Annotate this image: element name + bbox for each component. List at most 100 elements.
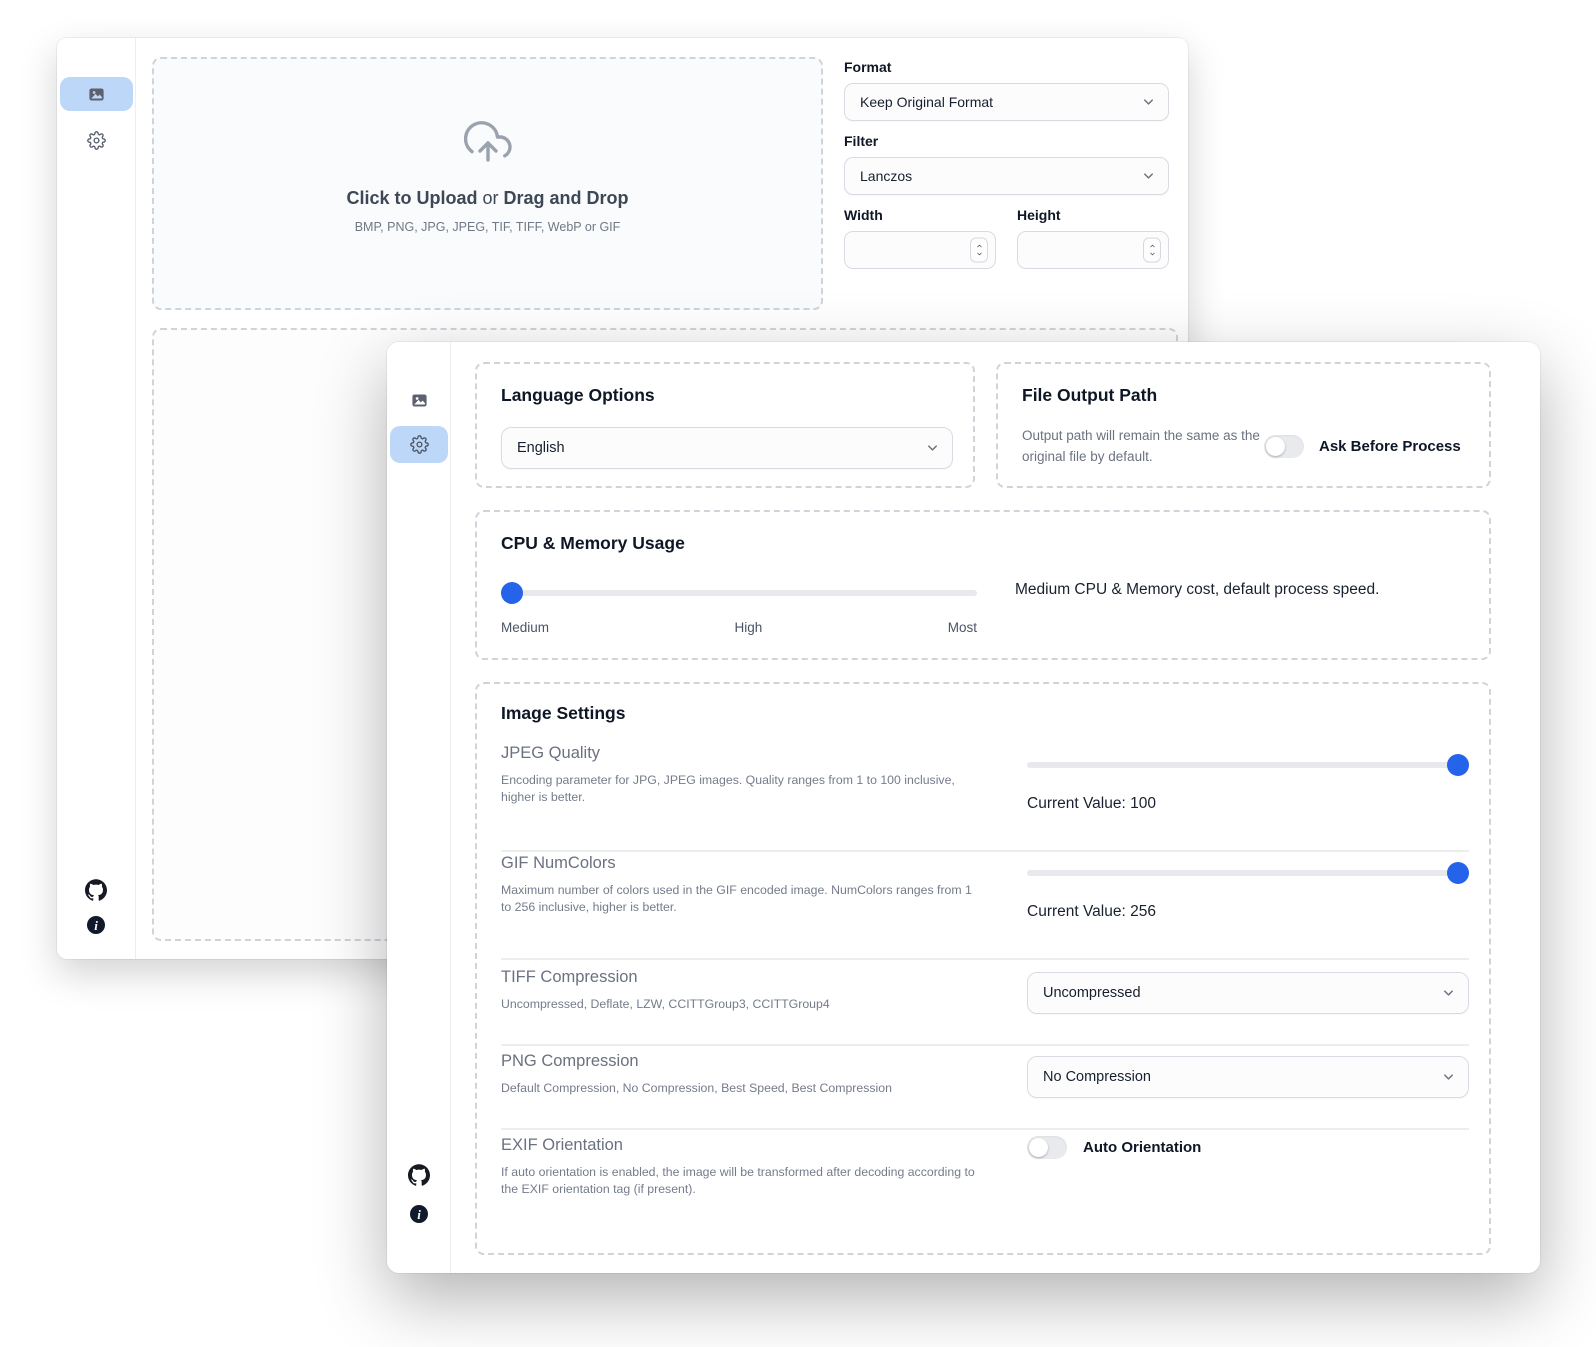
info-icon: i <box>87 916 105 934</box>
chevron-down-icon <box>1141 95 1156 110</box>
ask-before-process-toggle[interactable] <box>1264 435 1304 458</box>
sidebar-item-images[interactable] <box>60 77 133 111</box>
language-options-section: Language Options English <box>475 362 975 488</box>
slider-track <box>1027 762 1469 768</box>
current-value: Current Value: 256 <box>1027 903 1469 921</box>
output-path-description: Output path will remain the same as the … <box>1022 425 1262 467</box>
row-title: PNG Compression <box>501 1052 979 1071</box>
filter-select[interactable]: Lanczos <box>844 157 1169 195</box>
exif-orientation-info: EXIF Orientation If auto orientation is … <box>501 1136 979 1197</box>
tiff-compression-select[interactable]: Uncompressed <box>1027 972 1469 1014</box>
chevron-down-icon <box>1441 1070 1456 1085</box>
row-description: Maximum number of colors used in the GIF… <box>501 882 979 915</box>
tick-label-most: Most <box>948 620 977 635</box>
section-title: File Output Path <box>1022 385 1157 406</box>
sidebar: i <box>387 342 451 1273</box>
cpu-slider-ticks: Medium High Most <box>501 620 977 635</box>
sidebar-item-settings[interactable] <box>390 426 448 463</box>
cpu-memory-slider[interactable] <box>501 582 977 604</box>
row-title: JPEG Quality <box>501 744 979 763</box>
image-settings-section: Image Settings JPEG Quality Encoding par… <box>475 682 1491 1255</box>
slider-track <box>501 590 977 596</box>
png-compression-control: No Compression <box>1027 1056 1469 1098</box>
stepper-control[interactable] <box>970 238 988 263</box>
filter-label: Filter <box>844 133 1169 151</box>
github-icon <box>408 1164 430 1186</box>
jpeg-quality-control: Current Value: 100 <box>1027 754 1469 813</box>
row-title: GIF NumColors <box>501 854 979 873</box>
row-divider <box>501 1128 1469 1130</box>
row-title: TIFF Compression <box>501 968 979 987</box>
format-select-value: Keep Original Format <box>860 94 993 110</box>
cpu-memory-section: CPU & Memory Usage Medium High Most Medi… <box>475 510 1491 660</box>
current-value: Current Value: 100 <box>1027 795 1469 813</box>
slider-track <box>1027 870 1469 876</box>
tiff-compression-control: Uncompressed <box>1027 972 1469 1014</box>
about-button[interactable]: i <box>86 915 106 935</box>
language-select-value: English <box>517 440 565 456</box>
info-icon: i <box>410 1205 428 1223</box>
upload-supported-formats: BMP, PNG, JPG, JPEG, TIF, TIFF, WebP or … <box>154 220 821 234</box>
toggle-knob <box>1029 1138 1048 1157</box>
row-description: Encoding parameter for JPG, JPEG images.… <box>501 772 979 805</box>
chevron-down-icon <box>1441 986 1456 1001</box>
row-divider <box>501 1044 1469 1046</box>
sidebar-item-images[interactable] <box>390 382 448 418</box>
row-description: Default Compression, No Compression, Bes… <box>501 1080 979 1097</box>
jpeg-quality-info: JPEG Quality Encoding parameter for JPG,… <box>501 744 979 805</box>
png-compression-info: PNG Compression Default Compression, No … <box>501 1052 979 1097</box>
gif-numcolors-info: GIF NumColors Maximum number of colors u… <box>501 854 979 915</box>
height-label: Height <box>1017 207 1169 225</box>
tiff-select-value: Uncompressed <box>1043 985 1141 1001</box>
upload-dropzone[interactable]: Click to Upload or Drag and Drop BMP, PN… <box>152 57 823 310</box>
chevron-down-icon <box>925 441 940 456</box>
section-title: CPU & Memory Usage <box>501 533 685 554</box>
tiff-compression-info: TIFF Compression Uncompressed, Deflate, … <box>501 968 979 1013</box>
language-select[interactable]: English <box>501 427 953 469</box>
image-icon <box>88 86 105 103</box>
stepper-control[interactable] <box>1143 238 1161 263</box>
about-button[interactable]: i <box>409 1204 429 1224</box>
github-icon <box>85 879 107 901</box>
png-compression-select[interactable]: No Compression <box>1027 1056 1469 1098</box>
settings-window: i Language Options English File Output P… <box>387 342 1540 1273</box>
cloud-upload-icon <box>464 119 512 167</box>
tick-label-medium: Medium <box>501 620 549 635</box>
slider-thumb[interactable] <box>1447 754 1469 776</box>
conversion-options-panel: Format Keep Original Format Filter Lancz… <box>844 59 1169 269</box>
github-link[interactable] <box>407 1163 431 1187</box>
format-select[interactable]: Keep Original Format <box>844 83 1169 121</box>
format-label: Format <box>844 59 1169 77</box>
exif-orientation-control: Auto Orientation <box>1027 1136 1469 1159</box>
jpeg-quality-slider[interactable] <box>1027 754 1469 776</box>
gif-numcolors-slider[interactable] <box>1027 862 1469 884</box>
png-select-value: No Compression <box>1043 1069 1151 1085</box>
image-icon <box>411 392 428 409</box>
github-link[interactable] <box>84 878 108 902</box>
row-divider <box>501 850 1469 852</box>
slider-thumb[interactable] <box>1447 862 1469 884</box>
section-title: Image Settings <box>501 703 625 724</box>
section-title: Language Options <box>501 385 655 406</box>
toggle-knob <box>1266 437 1285 456</box>
toggle-label: Ask Before Process <box>1319 438 1461 455</box>
chevron-down-icon <box>1141 169 1156 184</box>
gear-icon <box>410 435 429 454</box>
cpu-status-text: Medium CPU & Memory cost, default proces… <box>1015 581 1379 599</box>
row-divider <box>501 958 1469 960</box>
row-title: EXIF Orientation <box>501 1136 979 1155</box>
gif-numcolors-control: Current Value: 256 <box>1027 862 1469 921</box>
slider-thumb[interactable] <box>501 582 523 604</box>
file-output-path-section: File Output Path Output path will remain… <box>996 362 1491 488</box>
filter-select-value: Lanczos <box>860 168 912 184</box>
row-description: If auto orientation is enabled, the imag… <box>501 1164 979 1197</box>
tick-label-high: High <box>734 620 762 635</box>
row-description: Uncompressed, Deflate, LZW, CCITTGroup3,… <box>501 996 979 1013</box>
desktop: { "colors": { "accent_blue": "#2563EB", … <box>0 0 1596 1347</box>
ask-before-process-row: Ask Before Process <box>1264 435 1461 458</box>
upload-title: Click to Upload or Drag and Drop <box>154 188 821 209</box>
sidebar-item-settings[interactable] <box>60 123 133 157</box>
toggle-label: Auto Orientation <box>1083 1139 1201 1156</box>
auto-orientation-toggle[interactable] <box>1027 1136 1067 1159</box>
width-label: Width <box>844 207 996 225</box>
